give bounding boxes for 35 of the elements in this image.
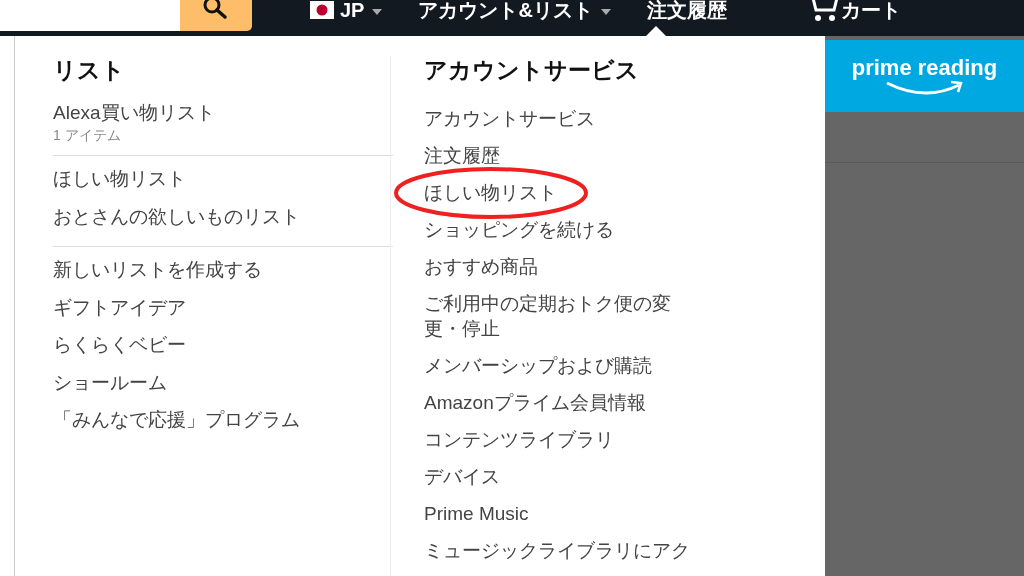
flag-icon [310,1,334,19]
search-field[interactable] [0,0,180,31]
search-icon [203,0,229,20]
menu-link[interactable]: Prime Music [424,495,686,532]
menu-link[interactable]: ご利用中の定期おトク便の変更・停止 [424,285,686,347]
menu-link[interactable]: らくらくベビー [53,326,370,364]
menu-link[interactable]: ショッピングを続ける [424,211,686,248]
menu-link[interactable]: メンバーシップおよび購読 [424,347,686,384]
caret-icon [600,9,611,15]
menu-link[interactable]: 新しいリストを作成する [53,251,370,289]
orders-link[interactable]: 注文履歴 [646,0,727,20]
menu-link[interactable]: 注文履歴 [424,137,686,174]
menu-link[interactable]: アカウントサービス [424,100,686,137]
promo-logo: prime reading [851,56,998,80]
account-menu-link[interactable]: アカウント&リスト [418,0,593,20]
menu-link[interactable]: 「みんなで応援」プログラム [53,401,370,439]
menu-link[interactable]: ほしい物リスト [424,174,686,211]
menu-link[interactable]: デバイス [424,458,686,495]
caret-icon [372,9,383,15]
column-title: リスト [53,56,126,84]
menu-link[interactable]: ほしい物リスト [53,160,370,198]
menu-link[interactable]: ミュージックライブラリにアク [424,532,686,569]
menu-link[interactable]: おとさんの欲しいものリスト [53,197,370,235]
menu-link[interactable]: コンテンツライブラリ [424,421,686,458]
column-title: アカウントサービス [424,56,640,84]
menu-link[interactable]: おすすめ商品 [424,248,686,285]
menu-link[interactable]: Alexa買い物リスト [53,100,370,126]
menu-link[interactable]: Amazonプライム会員情報 [424,384,686,421]
smile-icon [884,80,965,96]
language-selector[interactable]: JP [340,0,365,20]
cart-link[interactable]: カート [840,0,901,20]
search-button[interactable] [180,0,252,31]
item-count: 1 アイテム [53,126,122,144]
menu-link[interactable]: ギフトアイデア [53,288,370,326]
menu-link[interactable]: ショールーム [53,363,370,401]
